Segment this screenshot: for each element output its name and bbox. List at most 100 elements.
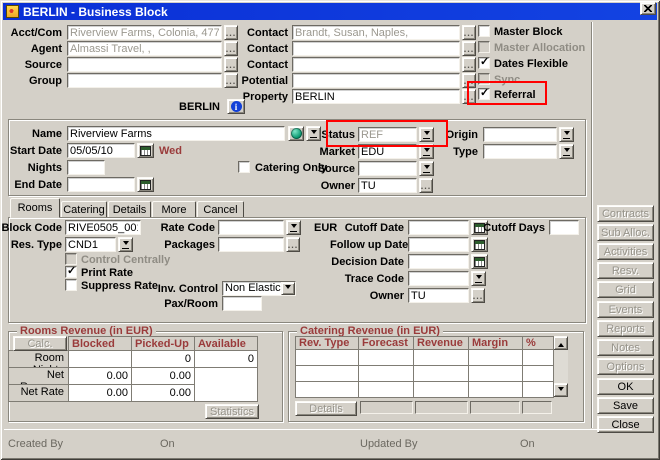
potential-field[interactable] — [292, 73, 460, 88]
type-field[interactable] — [483, 144, 557, 159]
contact3-field[interactable] — [292, 57, 460, 72]
trace-code-field[interactable] — [408, 271, 469, 286]
details-button[interactable]: Details — [295, 401, 357, 416]
packages-lookup-button[interactable]: ... — [286, 237, 300, 252]
market-field[interactable] — [358, 144, 417, 159]
origin-field[interactable] — [483, 127, 557, 142]
trace-code-list-button[interactable] — [471, 271, 486, 286]
catering-only-checkbox[interactable] — [238, 161, 250, 173]
tab-more[interactable]: More — [152, 201, 196, 218]
window-title: BERLIN - Business Block — [23, 5, 168, 19]
tab-details[interactable]: Details — [108, 201, 151, 218]
property-info-button[interactable]: i — [227, 99, 245, 114]
owner2-lookup-button[interactable]: ... — [471, 288, 485, 303]
resv-button[interactable]: Resv. — [597, 262, 654, 279]
block-code-field[interactable] — [65, 220, 141, 235]
tab-rooms[interactable]: Rooms — [10, 198, 60, 218]
calendar-icon — [474, 240, 485, 250]
options-button[interactable]: Options — [597, 358, 654, 375]
res-type-field[interactable] — [65, 237, 116, 252]
contracts-button[interactable]: Contracts — [597, 205, 654, 222]
column-header: Blocked — [69, 337, 132, 351]
nights-label: Nights — [0, 162, 62, 174]
owner-lookup-button[interactable]: ... — [419, 178, 433, 193]
agent-field[interactable] — [67, 41, 222, 56]
origin-list-button[interactable] — [559, 127, 574, 142]
end-date-field[interactable] — [67, 177, 135, 192]
follow-up-date-field[interactable] — [408, 237, 469, 252]
scroll-down-button[interactable] — [553, 383, 568, 397]
property-field[interactable] — [292, 89, 460, 104]
calc-button[interactable]: Calc. — [13, 336, 67, 351]
ellipsis-icon: ... — [464, 28, 475, 38]
activities-button[interactable]: Activities — [597, 243, 654, 260]
close-button[interactable] — [640, 2, 656, 15]
start-date-calendar-button[interactable] — [137, 143, 154, 158]
tab-cancel[interactable]: Cancel — [197, 201, 244, 218]
master-block-checkbox[interactable] — [478, 25, 490, 37]
type-list-button[interactable] — [559, 144, 574, 159]
start-date-field[interactable] — [67, 143, 135, 158]
reports-button[interactable]: Reports — [597, 320, 654, 337]
contact3-label: Contact — [200, 59, 288, 71]
owner2-field[interactable] — [408, 288, 469, 303]
inv-control-dropdown-button[interactable] — [281, 282, 295, 295]
property-lookup-button[interactable]: ... — [462, 89, 476, 104]
grid-button[interactable]: Grid — [597, 281, 654, 298]
status-field[interactable] — [358, 127, 417, 142]
referral-checkbox[interactable] — [478, 88, 490, 100]
notes-button[interactable]: Notes — [597, 339, 654, 356]
sub-alloc-button[interactable]: Sub Alloc. — [597, 224, 654, 241]
close-window-button[interactable]: Close — [597, 416, 654, 433]
decision-date-field[interactable] — [408, 254, 469, 269]
packages-field[interactable] — [218, 237, 284, 252]
name-globe-button[interactable] — [288, 126, 304, 141]
source-field[interactable] — [67, 57, 222, 72]
end-date-label: End Date — [0, 179, 62, 191]
res-type-list-button[interactable] — [118, 237, 133, 252]
column-header: % — [523, 337, 554, 350]
contact1-field[interactable] — [292, 25, 460, 40]
group-label: Group — [0, 75, 62, 87]
arrow-up-icon — [558, 340, 564, 347]
dates-flexible-checkbox[interactable] — [478, 57, 490, 69]
catering-table-scrollbar[interactable] — [553, 336, 568, 397]
scroll-up-button[interactable] — [553, 336, 568, 350]
pax-room-field[interactable] — [222, 296, 262, 311]
master-allocation-checkbox[interactable] — [478, 41, 490, 53]
contact1-lookup-button[interactable]: ... — [462, 25, 476, 40]
save-button[interactable]: Save — [597, 397, 654, 414]
statistics-button[interactable]: Statistics — [205, 404, 259, 419]
acct-com-field[interactable] — [67, 25, 222, 40]
contact2-lookup-button[interactable]: ... — [462, 41, 476, 56]
cutoff-days-field[interactable] — [549, 220, 579, 235]
ok-button[interactable]: OK — [597, 378, 654, 395]
inv-control-combobox[interactable]: Non Elastic — [222, 281, 296, 296]
group-field[interactable] — [67, 73, 222, 88]
nights-field[interactable] — [67, 160, 105, 175]
chevron-down-icon — [285, 285, 291, 292]
tab-catering[interactable]: Catering — [61, 201, 107, 218]
decision-date-calendar-button[interactable] — [471, 254, 488, 269]
events-button[interactable]: Events — [597, 301, 654, 318]
tab-label: Catering — [63, 204, 105, 216]
contact3-lookup-button[interactable]: ... — [462, 57, 476, 72]
name-field[interactable] — [67, 126, 285, 141]
owner-field[interactable] — [358, 178, 417, 193]
contact2-field[interactable] — [292, 41, 460, 56]
table-cell — [523, 382, 554, 398]
source2-field[interactable] — [358, 161, 417, 176]
side-divider — [591, 22, 593, 428]
follow-up-date-calendar-button[interactable] — [471, 237, 488, 252]
source2-list-button[interactable] — [419, 161, 434, 176]
created-on-label: On — [160, 438, 175, 450]
print-rate-checkbox[interactable] — [65, 266, 77, 278]
ellipsis-icon: ... — [464, 60, 475, 70]
cutoff-date-field[interactable] — [408, 220, 469, 235]
rate-code-list-button[interactable] — [286, 220, 301, 235]
suppress-rate-checkbox[interactable] — [65, 279, 77, 291]
rate-code-field[interactable] — [218, 220, 284, 235]
potential-lookup-button[interactable]: ... — [462, 73, 476, 88]
end-date-calendar-button[interactable] — [137, 177, 154, 192]
sync-checkbox[interactable] — [478, 73, 490, 85]
